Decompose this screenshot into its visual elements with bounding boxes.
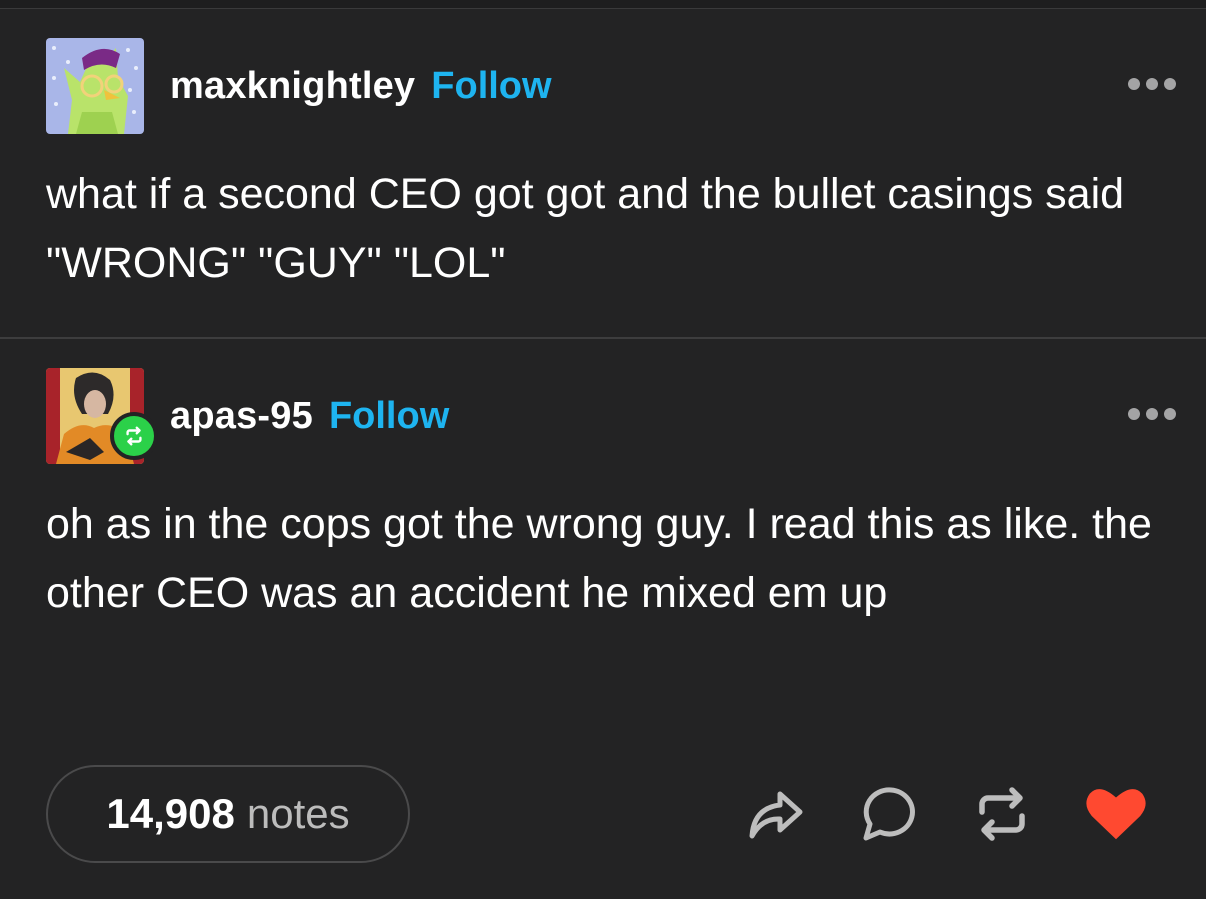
reblog-body-text: oh as in the cops got the wrong guy. I r… xyxy=(46,500,1152,617)
top-border xyxy=(0,0,1206,9)
avatar-apas-95[interactable] xyxy=(46,368,158,464)
avatar-maxknightley[interactable] xyxy=(46,38,144,134)
share-icon[interactable] xyxy=(744,782,808,846)
follow-button-reblog-author[interactable]: Follow xyxy=(329,395,449,438)
notes-count: 14,908 xyxy=(106,790,235,837)
reblog-badge-icon xyxy=(110,412,158,460)
reblog-author-name[interactable]: apas-95 xyxy=(170,395,313,438)
comment-icon[interactable] xyxy=(857,782,921,846)
reblog-divider xyxy=(0,337,1206,339)
reblog-icon[interactable] xyxy=(970,782,1034,846)
avatar-image xyxy=(46,38,144,134)
post-body-text: what if a second CEO got got and the bul… xyxy=(46,170,1125,287)
post-header: maxknightley Follow xyxy=(46,38,1176,134)
notes-button[interactable]: 14,908 notes xyxy=(46,765,410,863)
follow-button-post-author[interactable]: Follow xyxy=(431,65,551,108)
post-author-name[interactable]: maxknightley xyxy=(170,65,415,108)
notes-label: notes xyxy=(246,790,350,837)
heart-icon[interactable] xyxy=(1084,782,1148,846)
reblog-header: apas-95 Follow xyxy=(46,368,1176,464)
reblog-options-icon[interactable] xyxy=(1128,408,1176,420)
post-options-icon[interactable] xyxy=(1128,78,1176,90)
